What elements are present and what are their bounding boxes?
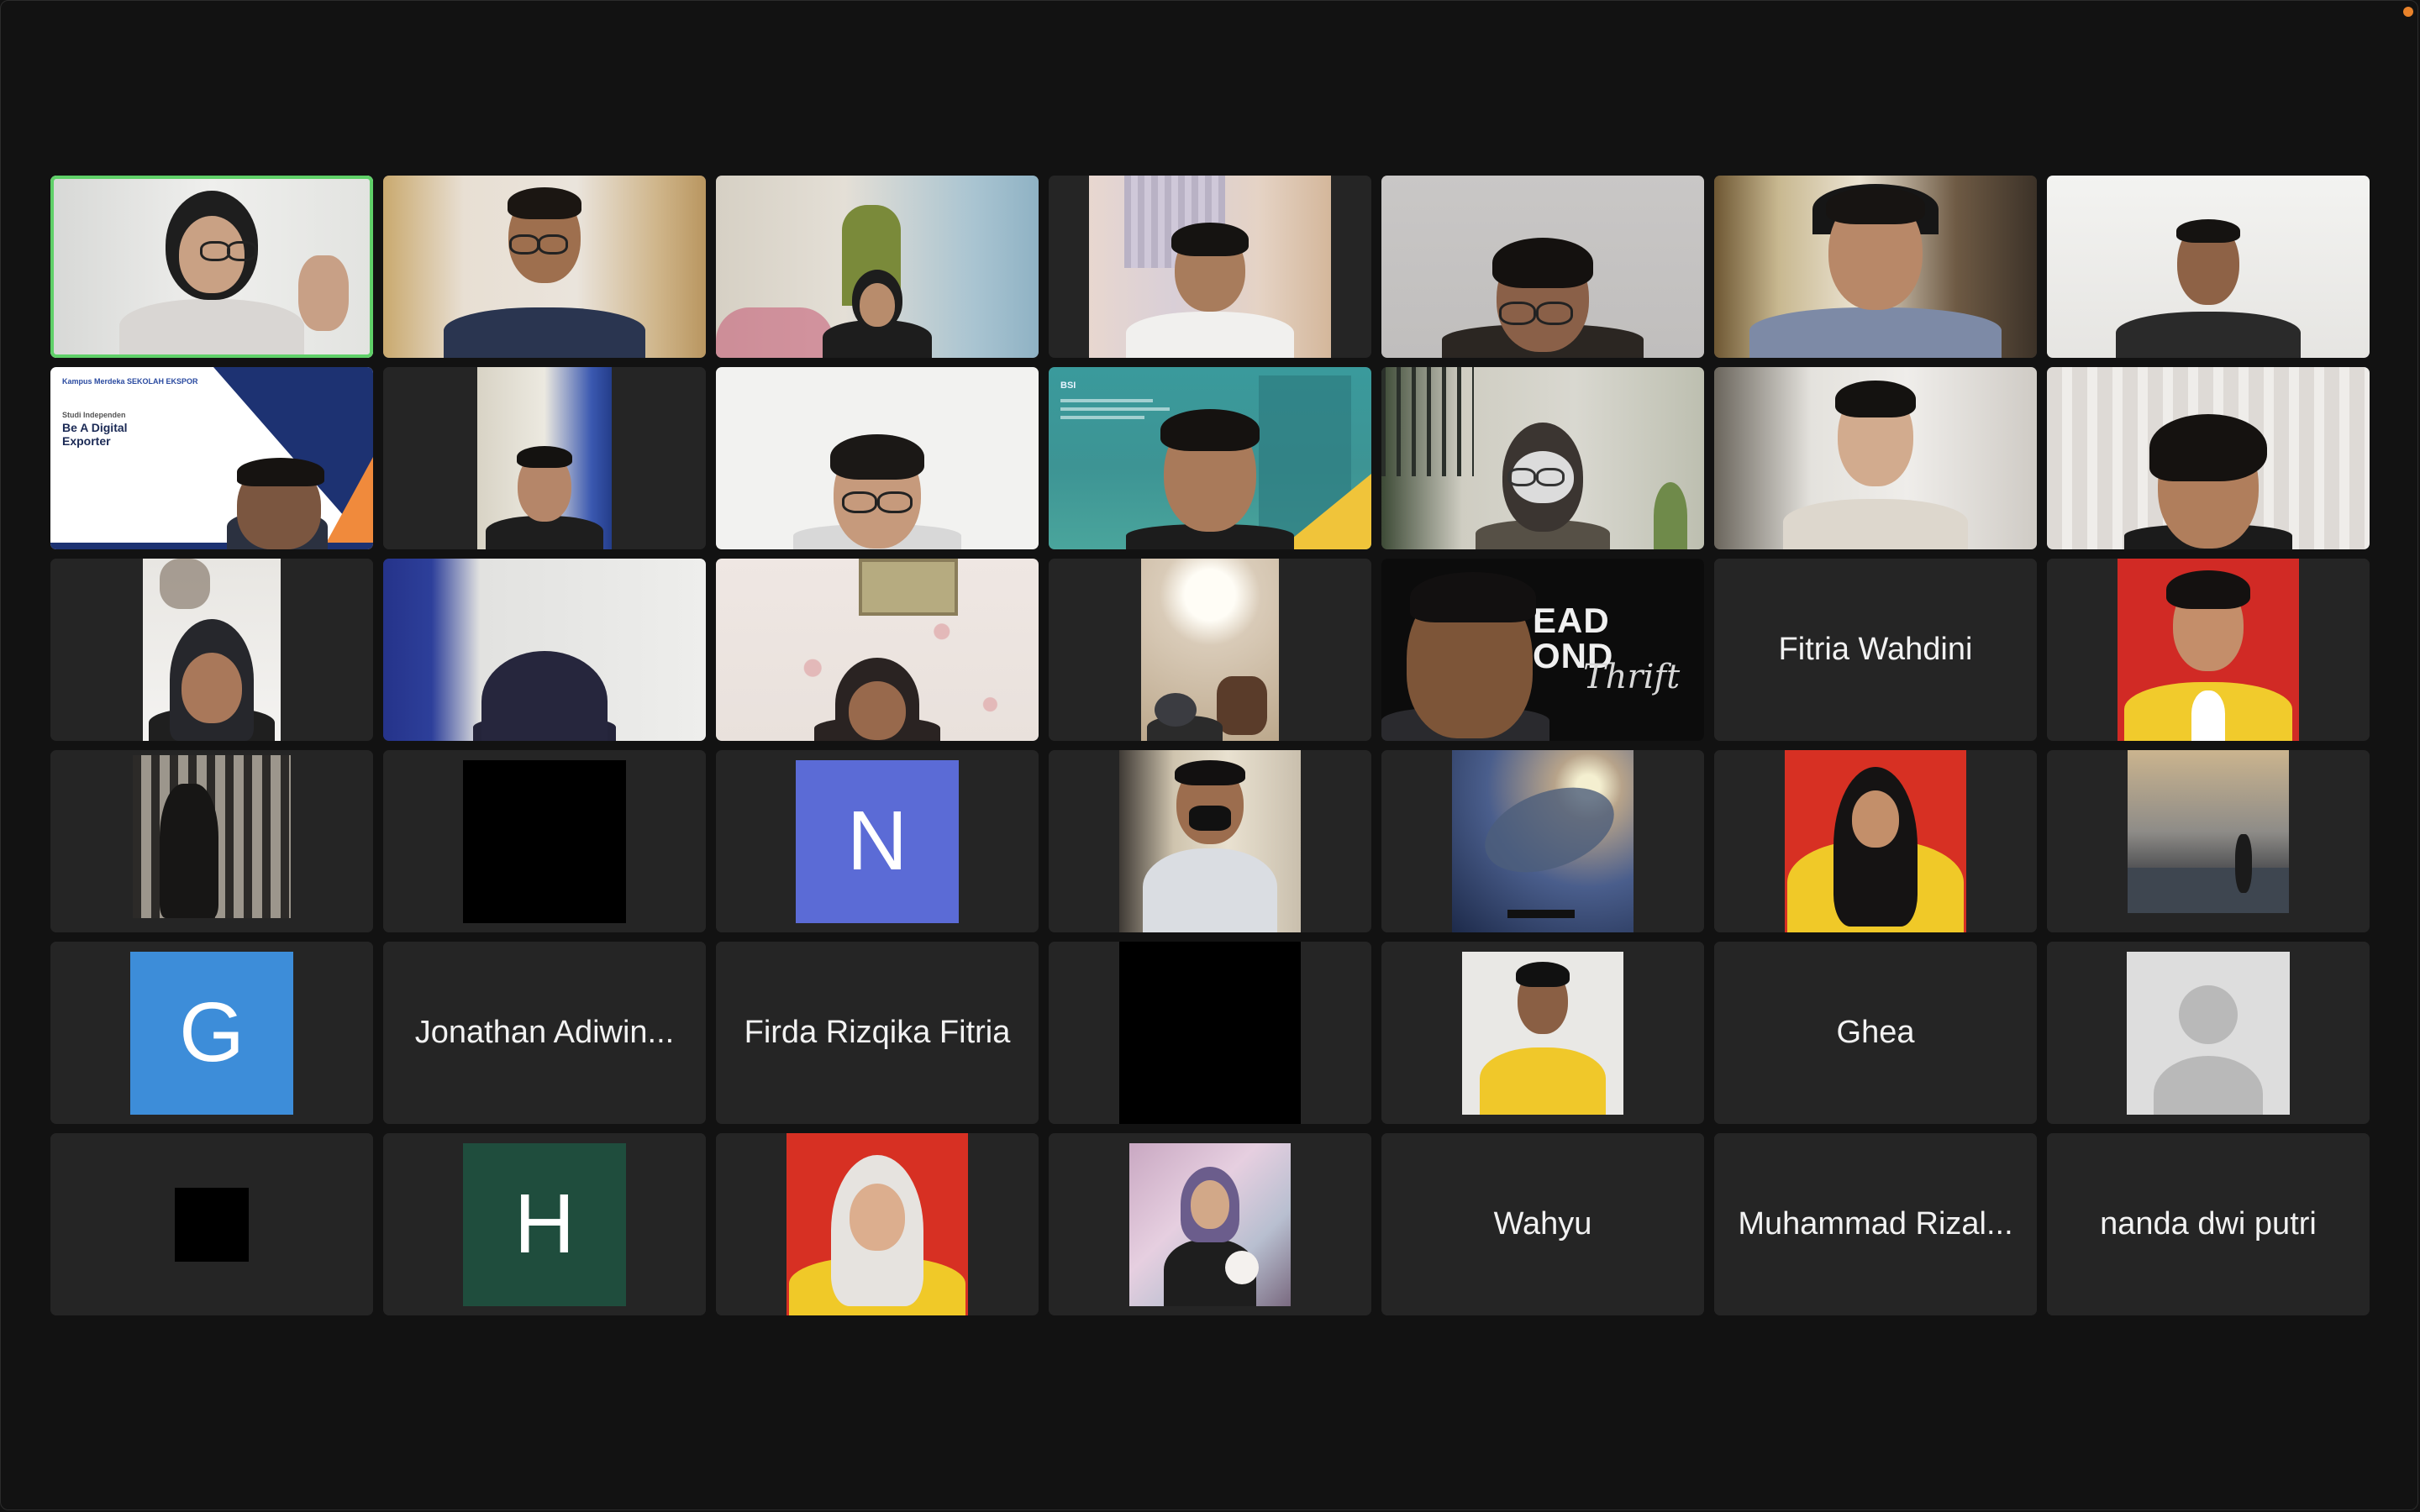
- participant-tile-jonathan[interactable]: Jonathan Adiwin...: [383, 942, 706, 1124]
- participant-photo-tile[interactable]: [50, 750, 373, 932]
- black-video: [175, 1187, 249, 1262]
- video-tile[interactable]: [1714, 367, 2037, 549]
- slide-subtitle: Studi Independen: [62, 411, 126, 419]
- participant-photo-tile[interactable]: [2047, 559, 2370, 741]
- participant-photo-tile[interactable]: [2047, 750, 2370, 932]
- avatar-initial: G: [130, 951, 293, 1115]
- participant-name: nanda dwi putri: [2100, 1206, 2317, 1242]
- participant-name: Ghea: [1836, 1015, 1915, 1050]
- video-tile[interactable]: [1049, 176, 1371, 358]
- gallery-grid: Kampus Merdeka SEKOLAH EKSPOR Studi Inde…: [50, 176, 2370, 1315]
- slide-logos: Kampus Merdeka SEKOLAH EKSPOR: [62, 377, 198, 386]
- participant-tile-rizal[interactable]: Muhammad Rizal...: [1714, 1133, 2037, 1315]
- participant-photo-tile[interactable]: [1049, 1133, 1371, 1315]
- video-tile[interactable]: [1381, 367, 1704, 549]
- avatar-initial: H: [463, 1142, 626, 1306]
- video-tile[interactable]: [1049, 559, 1371, 741]
- participant-name: Muhammad Rizal...: [1738, 1206, 2013, 1242]
- participant-name: Firda Rizqika Fitria: [744, 1015, 1011, 1050]
- default-avatar-icon: [2127, 951, 2290, 1115]
- video-tile[interactable]: EAD OND Thrift: [1381, 559, 1704, 741]
- video-tile[interactable]: [2047, 176, 2370, 358]
- participant-name: Jonathan Adiwin...: [414, 1015, 675, 1050]
- participant-tile-wahyu[interactable]: Wahyu: [1381, 1133, 1704, 1315]
- black-video: [1119, 942, 1301, 1124]
- participant-tile-h[interactable]: H: [383, 1133, 706, 1315]
- participant-tile-blank[interactable]: [1049, 942, 1371, 1124]
- participant-name: Wahyu: [1493, 1206, 1592, 1242]
- video-tile-active-speaker[interactable]: [50, 176, 373, 358]
- video-tile[interactable]: [716, 176, 1039, 358]
- slide-title-line1: Be A Digital: [62, 421, 128, 434]
- video-tile[interactable]: [383, 176, 706, 358]
- avatar-initial: N: [796, 759, 959, 923]
- participant-tile-blank[interactable]: [383, 750, 706, 932]
- shared-screen-tile[interactable]: BSI: [1049, 367, 1371, 549]
- participant-tile-blank[interactable]: [50, 1133, 373, 1315]
- participant-tile-firda[interactable]: Firda Rizqika Fitria: [716, 942, 1039, 1124]
- participant-photo-tile[interactable]: [716, 1133, 1039, 1315]
- video-tile[interactable]: [383, 367, 706, 549]
- thrift-banner-script: Thrift: [1583, 658, 1681, 696]
- thrift-banner-line1: EAD: [1533, 601, 1610, 640]
- black-video: [463, 759, 626, 923]
- teal-slide-logo: BSI: [1060, 381, 1076, 391]
- video-tile[interactable]: [716, 559, 1039, 741]
- video-tile[interactable]: [1714, 176, 2037, 358]
- video-tile[interactable]: [383, 559, 706, 741]
- video-tile[interactable]: [2047, 367, 2370, 549]
- participant-tile-fitria-wahdini[interactable]: Fitria Wahdini: [1714, 559, 2037, 741]
- participant-photo-tile[interactable]: [1381, 750, 1704, 932]
- video-tile[interactable]: [50, 559, 373, 741]
- participant-name: Fitria Wahdini: [1778, 632, 1973, 667]
- participant-tile-nanda[interactable]: nanda dwi putri: [2047, 1133, 2370, 1315]
- participant-tile-ghea[interactable]: Ghea: [1714, 942, 2037, 1124]
- participant-tile-n[interactable]: N: [716, 750, 1039, 932]
- participant-photo-tile[interactable]: [1714, 750, 2037, 932]
- video-tile[interactable]: [1381, 176, 1704, 358]
- slide-title-line2: Exporter: [62, 434, 111, 448]
- recording-indicator-icon: [2403, 7, 2413, 17]
- participant-tile-g[interactable]: G: [50, 942, 373, 1124]
- video-tile[interactable]: [716, 367, 1039, 549]
- participant-photo-tile[interactable]: [1049, 750, 1371, 932]
- participant-tile-default[interactable]: [2047, 942, 2370, 1124]
- participant-photo-tile[interactable]: [1381, 942, 1704, 1124]
- shared-slide-tile[interactable]: Kampus Merdeka SEKOLAH EKSPOR Studi Inde…: [50, 367, 373, 549]
